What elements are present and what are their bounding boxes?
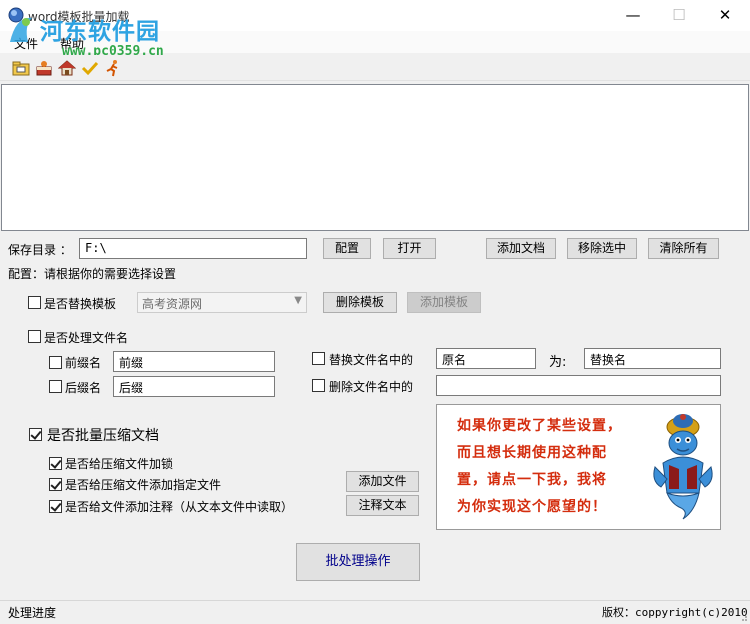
- file-list-area[interactable]: [1, 84, 749, 231]
- comment-checkbox[interactable]: [49, 500, 62, 513]
- suffix-label: 后缀名: [65, 381, 102, 395]
- resize-grip-icon[interactable]: [738, 612, 748, 622]
- suffix-checkbox[interactable]: [49, 380, 62, 393]
- replace-from-input[interactable]: 原名: [436, 348, 536, 369]
- replace-name-checkbox[interactable]: [312, 352, 325, 365]
- add-document-button[interactable]: 添加文档: [486, 238, 556, 259]
- replace-name-label: 替换文件名中的: [329, 353, 414, 367]
- delete-name-checkbox[interactable]: [312, 379, 325, 392]
- chevron-down-icon: ▼: [294, 295, 302, 306]
- add-file-checkbox[interactable]: [49, 478, 62, 491]
- comment-text-button[interactable]: 注释文本: [346, 495, 419, 516]
- save-settings-promo[interactable]: 如果你更改了某些设置， 而且想长期使用这种配 置，请点一下我，我将 为你实现这个…: [436, 404, 721, 530]
- delete-name-label: 删除文件名中的: [329, 380, 414, 394]
- lock-label: 是否给压缩文件加锁: [65, 457, 174, 471]
- prefix-input[interactable]: 前缀: [113, 351, 275, 372]
- template-select-value: 高考资源网: [142, 297, 203, 311]
- template-select[interactable]: 高考资源网 ▼: [137, 292, 307, 313]
- minimize-button[interactable]: —: [610, 0, 656, 31]
- suffix-input[interactable]: 后缀: [113, 376, 275, 397]
- prefix-label: 前缀名: [65, 356, 102, 370]
- replace-to-input[interactable]: 替换名: [584, 348, 721, 369]
- folder-icon[interactable]: [12, 59, 30, 77]
- delete-template-button[interactable]: 删除模板: [323, 292, 397, 313]
- open-button[interactable]: 打开: [383, 238, 436, 259]
- config-heading: 配置：请根据你的需要选择设置: [8, 267, 177, 281]
- batch-process-button[interactable]: 批处理操作: [296, 543, 420, 581]
- runner-icon[interactable]: [104, 59, 122, 77]
- progress-label: 处理进度: [8, 606, 57, 620]
- compress-label: 是否批量压缩文档: [47, 428, 159, 444]
- close-button[interactable]: ✕: [702, 0, 748, 31]
- remove-selected-button[interactable]: 移除选中: [567, 238, 637, 259]
- save-dir-label: 保存目录 ：: [8, 243, 72, 257]
- copyright-label: 版权：coppyright(c)2010: [602, 606, 748, 619]
- replace-template-checkbox[interactable]: [28, 296, 41, 309]
- config-button[interactable]: 配置: [323, 238, 371, 259]
- prefix-checkbox[interactable]: [49, 356, 62, 369]
- maximize-button[interactable]: ☐: [656, 0, 702, 31]
- add-file-label: 是否给压缩文件添加指定文件: [65, 478, 222, 492]
- promo-line: 置，请点一下我，我将: [457, 472, 607, 488]
- compress-checkbox[interactable]: [29, 428, 42, 441]
- checkmark-icon[interactable]: [81, 59, 99, 77]
- lock-checkbox[interactable]: [49, 457, 62, 470]
- watermark-logo-icon: [10, 17, 32, 42]
- cake-icon[interactable]: [35, 59, 53, 77]
- promo-line: 而且想长期使用这种配: [457, 445, 607, 461]
- save-dir-input[interactable]: F:\: [79, 238, 307, 259]
- home-icon[interactable]: [58, 59, 76, 77]
- process-filename-label: 是否处理文件名: [44, 331, 129, 345]
- add-file-button[interactable]: 添加文件: [346, 471, 419, 492]
- replace-template-label: 是否替换模板: [44, 297, 117, 311]
- as-label: 为:: [549, 355, 567, 370]
- clear-all-button[interactable]: 清除所有: [648, 238, 719, 259]
- delete-name-input[interactable]: [436, 375, 721, 396]
- genie-icon: [653, 414, 713, 520]
- process-filename-checkbox[interactable]: [28, 330, 41, 343]
- add-template-button[interactable]: 添加模板: [407, 292, 481, 313]
- watermark-site-name: 河东软件园: [40, 19, 160, 45]
- comment-label: 是否给文件添加注释（从文本文件中读取）: [65, 500, 294, 514]
- promo-line: 如果你更改了某些设置，: [457, 418, 622, 434]
- promo-line: 为你实现这个愿望的！: [457, 499, 607, 515]
